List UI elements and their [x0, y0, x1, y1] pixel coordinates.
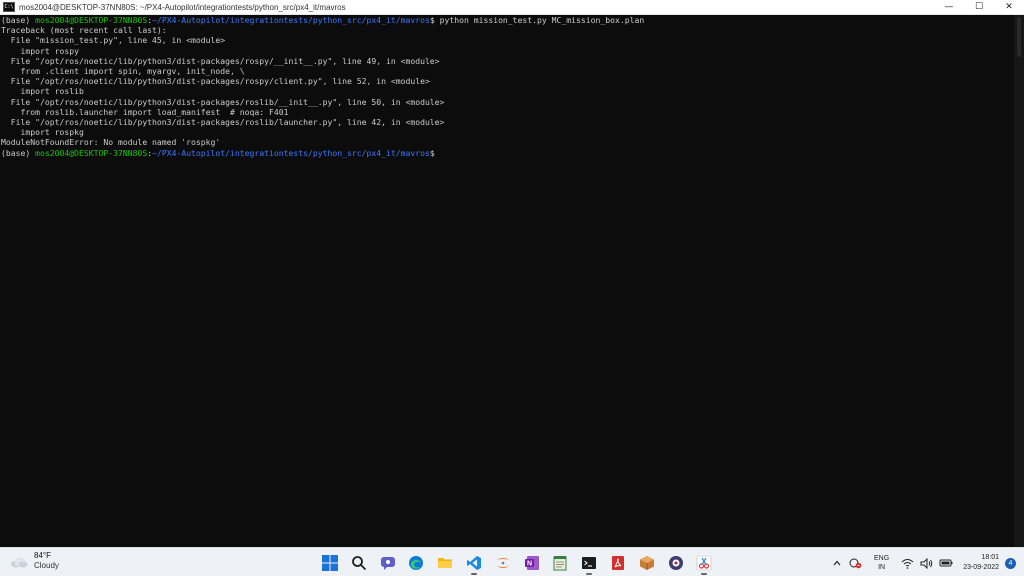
terminal-line: ModuleNotFoundError: No module named 'ro…	[1, 137, 1014, 147]
terminal-segment: $	[429, 147, 435, 158]
terminal-line: File "mission_test.py", line 45, in <mod…	[1, 35, 1014, 45]
terminal-app-icon: C:\	[3, 2, 15, 12]
terminal-segment: ~/PX4-Autopilot/integrationtests/python_…	[152, 15, 430, 25]
terminal-segment: ~/PX4-Autopilot/integrationtests/python_…	[152, 147, 430, 158]
edge-browser-icon[interactable]	[404, 551, 428, 575]
window-controls: — ☐ ✕	[934, 0, 1024, 14]
maximize-button[interactable]: ☐	[964, 0, 994, 14]
window-title: mos2004@DESKTOP-37NN80S: ~/PX4-Autopilot…	[19, 2, 346, 12]
system-tray: ENG IN 18:01 23-09-2022 4	[826, 550, 1016, 576]
chat-icon[interactable]	[376, 551, 400, 575]
notification-badge[interactable]: 4	[1005, 557, 1016, 569]
scrollbar-thumb[interactable]	[1017, 17, 1021, 57]
window-title-bar[interactable]: C:\ mos2004@DESKTOP-37NN80S: ~/PX4-Autop…	[0, 0, 1024, 15]
minimize-button[interactable]: —	[934, 0, 964, 14]
terminal-line: File "/opt/ros/noetic/lib/python3/dist-p…	[1, 97, 1014, 107]
clock-time: 18:01	[981, 554, 999, 561]
terminal-text: (base) mos2004@DESKTOP-37NN80S:~/PX4-Aut…	[0, 15, 1014, 158]
vscode-icon[interactable]	[462, 551, 486, 575]
terminal-segment: ModuleNotFoundError: No module named 'ro…	[1, 137, 221, 148]
terminal-scrollbar[interactable]	[1014, 15, 1024, 547]
terminal-segment: from roslib.launcher import load_manifes…	[1, 106, 289, 117]
terminal-segment: $ python mission_test.py MC_mission_box.…	[429, 15, 645, 25]
taskbar-clock[interactable]: 18:01 23-09-2022	[963, 553, 999, 573]
terminal-segment: Traceback (most recent call last):	[1, 25, 167, 36]
terminal-line: File "/opt/ros/noetic/lib/python3/dist-p…	[1, 56, 1014, 66]
terminal-output[interactable]: (base) mos2004@DESKTOP-37NN80S:~/PX4-Aut…	[0, 15, 1014, 547]
volume-icon[interactable]	[920, 557, 933, 569]
taskbar: 84°F Cloudy N ENG IN 18:01 23-09-2022 4	[0, 547, 1024, 576]
notepad-icon[interactable]	[548, 551, 572, 575]
terminal-segment: from .client import spin, myargv, init_n…	[1, 66, 245, 77]
cloud-icon	[10, 555, 28, 568]
terminal-line: File "/opt/ros/noetic/lib/python3/dist-p…	[1, 117, 1014, 127]
terminal-line: (base) mos2004@DESKTOP-37NN80S:~/PX4-Aut…	[1, 15, 1014, 25]
taskbar-apps: N	[318, 551, 721, 575]
terminal-segment: File "/opt/ros/noetic/lib/python3/dist-p…	[1, 76, 430, 87]
terminal-line: import rospy	[1, 46, 1014, 56]
terminal-icon[interactable]	[577, 551, 601, 575]
terminal-segment: File "/opt/ros/noetic/lib/python3/dist-p…	[1, 117, 445, 128]
terminal-line: from .client import spin, myargv, init_n…	[1, 66, 1014, 76]
terminal-line: (base) mos2004@DESKTOP-37NN80S:~/PX4-Aut…	[1, 148, 1014, 158]
terminal-segment: (base)	[1, 15, 36, 25]
terminal-segment: import rospkg	[1, 127, 84, 138]
jupyter-icon[interactable]	[491, 551, 515, 575]
language-indicator[interactable]: ENG IN	[874, 554, 889, 572]
terminal-segment: mos2004@DESKTOP-37NN80S	[35, 15, 148, 25]
package-icon[interactable]	[635, 551, 659, 575]
wifi-icon[interactable]	[901, 558, 914, 569]
terminal-segment: import rospy	[1, 45, 79, 56]
language-region: IN	[878, 564, 886, 571]
weather-condition: Cloudy	[34, 561, 59, 570]
svg-text:N: N	[527, 561, 532, 568]
battery-icon[interactable]	[939, 558, 953, 568]
snipping-tool-icon[interactable]	[692, 551, 716, 575]
folder-icon[interactable]	[433, 551, 457, 575]
pdf-icon[interactable]	[606, 551, 630, 575]
terminal-line: import roslib	[1, 86, 1014, 96]
terminal-segment: (base)	[1, 147, 36, 158]
terminal-segment: File "mission_test.py", line 45, in <mod…	[1, 35, 226, 46]
terminal-line: Traceback (most recent call last):	[1, 25, 1014, 35]
chevron-up-icon[interactable]	[832, 558, 842, 568]
network-status-icon[interactable]	[848, 557, 862, 569]
clock-date: 23-09-2022	[963, 564, 999, 571]
terminal-segment: File "/opt/ros/noetic/lib/python3/dist-p…	[1, 96, 445, 107]
search-icon[interactable]	[347, 551, 371, 575]
terminal-segment: File "/opt/ros/noetic/lib/python3/dist-p…	[1, 55, 440, 66]
terminal-line: from roslib.launcher import load_manifes…	[1, 107, 1014, 117]
terminal-line: File "/opt/ros/noetic/lib/python3/dist-p…	[1, 76, 1014, 86]
language-code: ENG	[874, 555, 890, 562]
terminal-line: import rospkg	[1, 127, 1014, 137]
windows-start-icon[interactable]	[318, 551, 342, 575]
weather-temperature: 84°F	[34, 551, 51, 560]
weather-widget[interactable]: 84°F Cloudy	[10, 551, 59, 571]
terminal-segment: import roslib	[1, 86, 84, 97]
media-player-icon[interactable]	[664, 551, 688, 575]
onenote-icon[interactable]: N	[520, 551, 544, 575]
desktop-screen: C:\ mos2004@DESKTOP-37NN80S: ~/PX4-Autop…	[0, 0, 1024, 576]
close-button[interactable]: ✕	[994, 0, 1024, 14]
terminal-segment: mos2004@DESKTOP-37NN80S	[35, 147, 148, 158]
